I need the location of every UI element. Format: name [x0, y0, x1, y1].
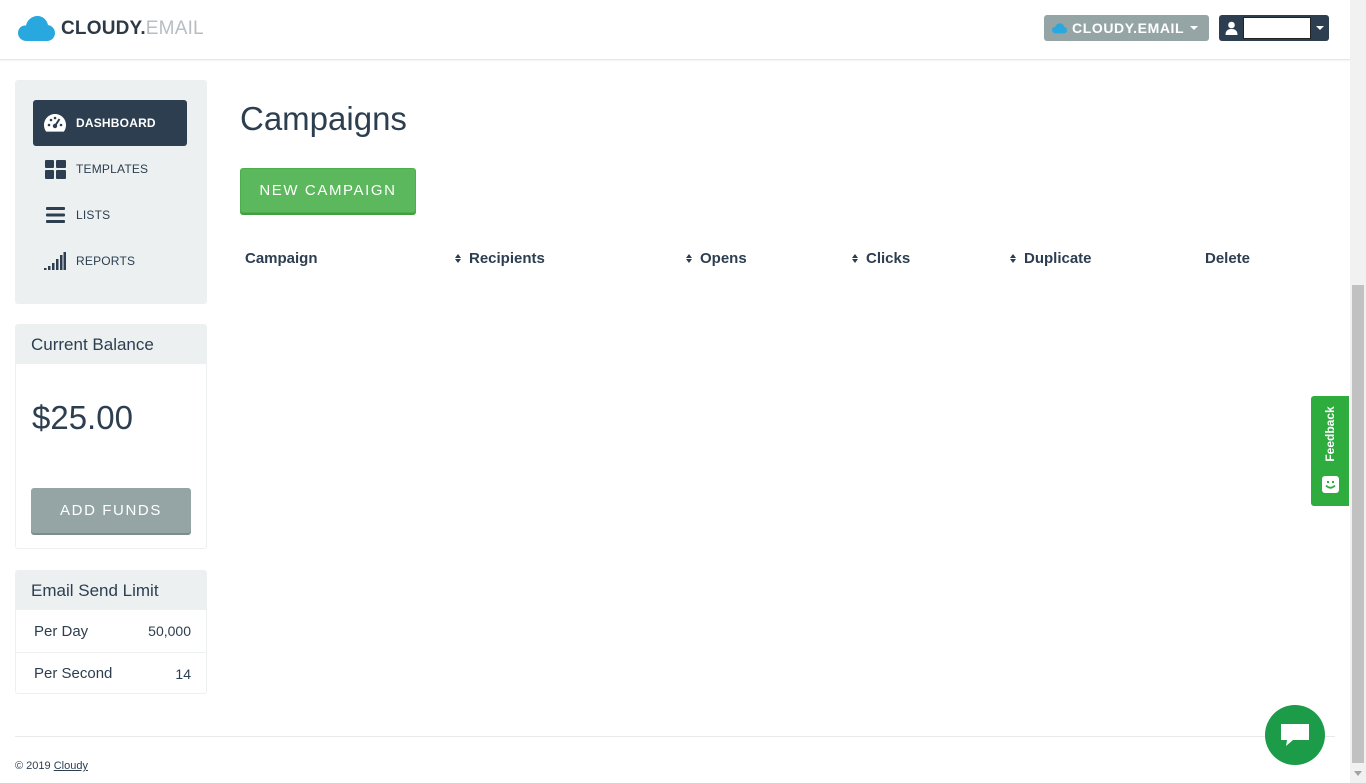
- feedback-smiley-icon: [1322, 476, 1339, 493]
- caret-down-icon: [1316, 26, 1324, 30]
- footer-divider: [15, 736, 1335, 737]
- feedback-label: Feedback: [1323, 406, 1337, 462]
- column-header-recipients[interactable]: Recipients: [455, 250, 545, 267]
- grid-icon: [44, 158, 66, 180]
- cloud-icon: [18, 16, 55, 41]
- footer: © 2019 Cloudy: [15, 760, 88, 772]
- column-header-label: Clicks: [866, 250, 911, 267]
- sort-icon: [455, 253, 463, 264]
- caret-down-icon: [1190, 26, 1199, 30]
- sort-icon: [1010, 253, 1018, 264]
- brand-name-main: CLOUDY.: [61, 18, 146, 39]
- column-header-duplicate[interactable]: Duplicate: [1010, 250, 1092, 267]
- signal-bars-icon: [44, 250, 66, 272]
- user-icon: [1225, 21, 1238, 35]
- sidebar-item-templates[interactable]: TEMPLATES: [33, 146, 187, 192]
- sidebar-item-label: DASHBOARD: [76, 116, 156, 130]
- send-limit-label: Per Second: [34, 665, 113, 682]
- sidebar-item-label: LISTS: [76, 208, 111, 222]
- column-header-label: Delete: [1205, 250, 1251, 267]
- column-header-label: Recipients: [469, 250, 545, 267]
- send-limit-value: 50,000: [148, 623, 191, 639]
- org-switcher-label: CLOUDY.EMAIL: [1072, 20, 1185, 36]
- column-header-label: Campaign: [245, 250, 318, 267]
- column-header-label: Opens: [700, 250, 747, 267]
- new-campaign-button[interactable]: NEW CAMPAIGN: [240, 168, 416, 213]
- column-header-delete: Delete: [1205, 250, 1250, 267]
- balance-panel-title: Current Balance: [16, 325, 206, 364]
- sidebar-nav: DASHBOARD TEMPLATES LISTS REPORTS: [15, 80, 207, 304]
- column-header-opens[interactable]: Opens: [686, 250, 747, 267]
- page-scrollbar[interactable]: [1350, 0, 1366, 783]
- send-limit-title: Email Send Limit: [16, 571, 206, 610]
- user-name-field: [1243, 17, 1311, 39]
- balance-panel: Current Balance $25.00 ADD FUNDS: [15, 324, 207, 549]
- brand-name-suffix: EMAIL: [145, 18, 204, 39]
- cloud-icon: [1052, 22, 1067, 33]
- send-limit-panel: Email Send Limit Per Day 50,000 Per Seco…: [15, 570, 207, 694]
- brand-logo[interactable]: CLOUDY.EMAIL: [18, 14, 204, 44]
- column-header-clicks[interactable]: Clicks: [852, 250, 910, 267]
- sort-icon: [686, 253, 694, 264]
- send-limit-value: 14: [175, 665, 191, 682]
- dashboard-icon: [44, 112, 66, 134]
- chat-icon: [1281, 724, 1309, 746]
- chat-widget-button[interactable]: [1265, 705, 1325, 765]
- sidebar-item-lists[interactable]: LISTS: [33, 192, 187, 238]
- sidebar-item-dashboard[interactable]: DASHBOARD: [33, 100, 187, 146]
- top-navbar: CLOUDY.EMAIL CLOUDY.EMAIL: [0, 0, 1350, 60]
- sidebar-item-label: REPORTS: [76, 254, 136, 268]
- column-header-label: Duplicate: [1024, 250, 1092, 267]
- page-title: Campaigns: [240, 100, 407, 137]
- scroll-down-arrow-icon[interactable]: [1354, 771, 1362, 776]
- sidebar-item-label: TEMPLATES: [76, 162, 149, 176]
- footer-copyright: © 2019: [15, 760, 51, 772]
- send-limit-row: Per Day 50,000: [16, 610, 206, 652]
- feedback-tab[interactable]: Feedback: [1311, 396, 1349, 506]
- org-switcher-button[interactable]: CLOUDY.EMAIL: [1044, 15, 1209, 41]
- send-limit-row: Per Second 14: [16, 652, 206, 694]
- footer-link-cloudy[interactable]: Cloudy: [54, 760, 88, 772]
- sort-icon: [852, 253, 860, 264]
- brand-name: CLOUDY.EMAIL: [61, 18, 204, 40]
- scrollbar-thumb[interactable]: [1352, 285, 1364, 763]
- sidebar-item-reports[interactable]: REPORTS: [33, 238, 187, 284]
- add-funds-button[interactable]: ADD FUNDS: [31, 488, 191, 533]
- balance-amount: $25.00: [32, 399, 133, 436]
- send-limit-label: Per Day: [34, 622, 89, 640]
- column-header-campaign[interactable]: Campaign: [245, 250, 318, 267]
- list-icon: [44, 204, 66, 226]
- user-menu-button[interactable]: [1219, 15, 1329, 41]
